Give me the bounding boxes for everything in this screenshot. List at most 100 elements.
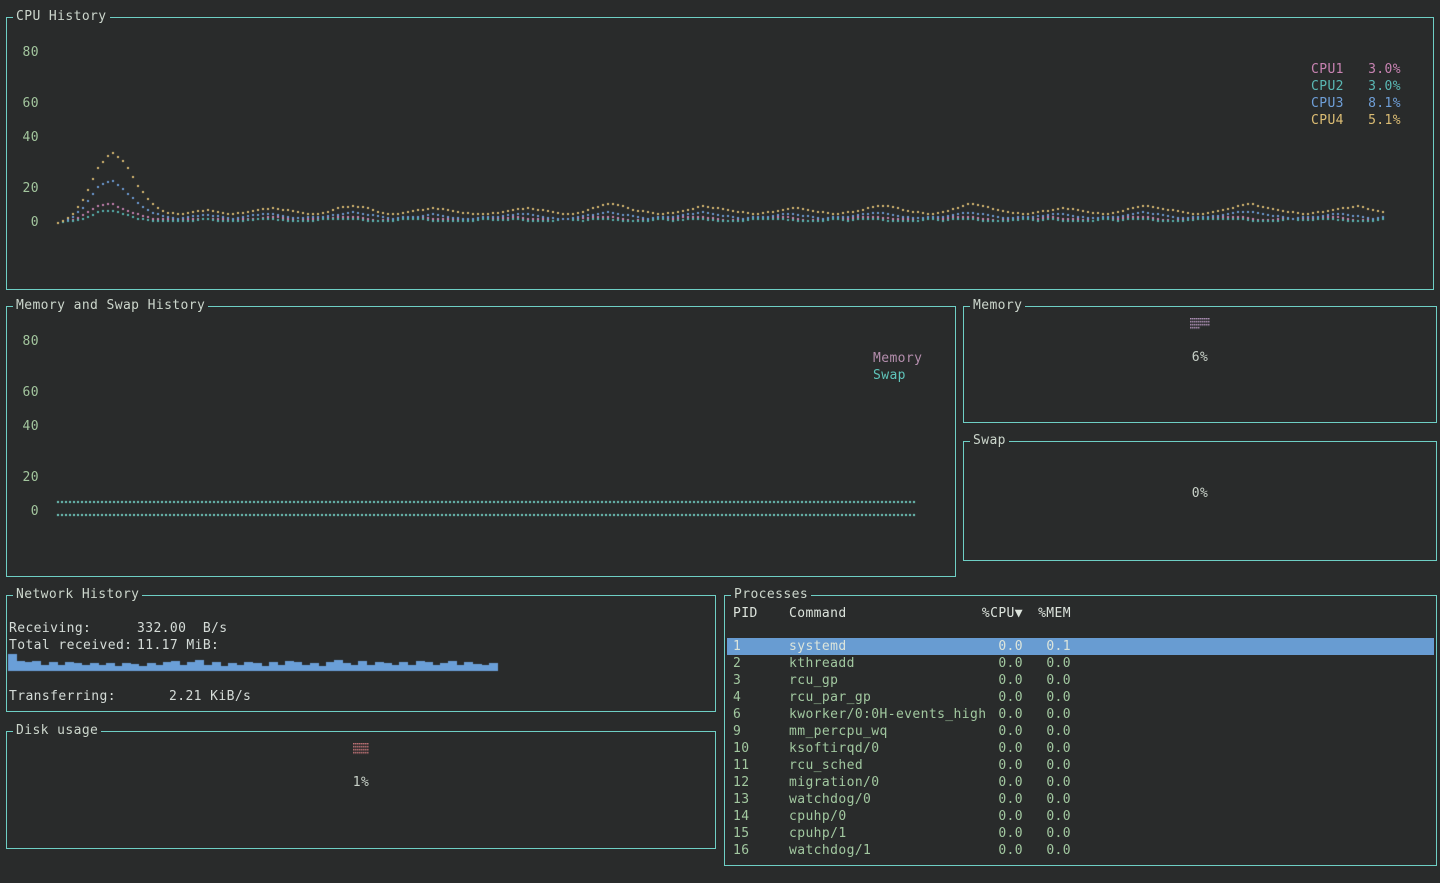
legend-value: 8.1% <box>1368 95 1401 112</box>
process-command: ksoftirqd/0 <box>789 740 880 757</box>
process-command: mm_percpu_wq <box>789 723 888 740</box>
system-monitor-screen: { "colors": { "background": "#292b2b", "… <box>0 0 1440 883</box>
disk-usage-panel: Disk usage 1% <box>6 731 716 849</box>
process-pid: 3 <box>733 672 741 689</box>
memory-swap-history-panel: Memory and Swap History 80 60 40 20 0 Me… <box>6 306 956 577</box>
process-cpu: 0.0 <box>967 706 1023 723</box>
memory-gauge-panel: Memory 6% <box>963 306 1437 423</box>
memory-gauge-title: Memory <box>970 298 1025 314</box>
process-command: watchdog/0 <box>789 791 871 808</box>
disk-gauge-dots <box>353 743 369 756</box>
process-mem: 0.0 <box>1027 672 1071 689</box>
network-history-panel: Network History Receiving: 332.00 B/s To… <box>6 595 716 712</box>
process-row[interactable]: 14cpuhp/00.00.0 <box>727 808 1434 825</box>
process-table-header: PID Command %CPU▼ %MEM <box>727 605 1434 622</box>
process-cpu: 0.0 <box>967 672 1023 689</box>
legend-item-cpu4: CPU45.1% <box>1311 112 1401 129</box>
process-cpu: 0.0 <box>967 655 1023 672</box>
process-mem: 0.0 <box>1027 808 1071 825</box>
legend-item-swap: Swap <box>873 367 933 384</box>
process-row[interactable]: 11 rcu_sched 0.00.0 <box>727 757 1434 774</box>
legend-label: Swap <box>873 367 906 384</box>
process-mem: 0.1 <box>1027 638 1071 655</box>
transferring-value: 2.21 KiB/s <box>169 689 251 704</box>
process-row[interactable]: 12migration/00.00.0 <box>727 774 1434 791</box>
legend-item-cpu2: CPU2 3.0% <box>1311 78 1401 95</box>
process-mem: 0.0 <box>1027 757 1071 774</box>
process-mem: 0.0 <box>1027 825 1071 842</box>
cpu-history-panel: CPU History 80 60 40 20 0 CPU13.0%CPU23.… <box>6 17 1434 290</box>
cpu-history-chart <box>7 18 1433 289</box>
cpu-tick-80: 80 <box>15 45 39 60</box>
memswap-tick-0: 0 <box>15 504 39 519</box>
legend-item-cpu1: CPU1 3.0% <box>1311 61 1401 78</box>
legend-label: CPU4 <box>1311 112 1344 129</box>
process-row[interactable]: 3 rcu_gp 0.00.0 <box>727 672 1434 689</box>
process-row-selected[interactable]: 1systemd0.00.1 <box>727 638 1434 655</box>
process-command: cpuhp/1 <box>789 825 847 842</box>
process-row[interactable]: 2 kthreadd 0.00.0 <box>727 655 1434 672</box>
process-row[interactable]: 13watchdog/00.00.0 <box>727 791 1434 808</box>
process-pid: 6 <box>733 706 741 723</box>
process-command: migration/0 <box>789 774 880 791</box>
legend-label: CPU2 <box>1311 78 1344 95</box>
process-cpu: 0.0 <box>967 689 1023 706</box>
disk-percent: 1% <box>7 775 715 790</box>
process-row[interactable]: 15cpuhp/10.00.0 <box>727 825 1434 842</box>
swap-gauge-panel: Swap 0% <box>963 441 1437 561</box>
process-command: rcu_sched <box>789 757 863 774</box>
legend-label: CPU3 <box>1311 95 1344 112</box>
process-pid: 11 <box>733 757 749 774</box>
process-command: rcu_gp <box>789 672 838 689</box>
process-mem: 0.0 <box>1027 706 1071 723</box>
process-pid: 10 <box>733 740 749 757</box>
process-cpu: 0.0 <box>967 808 1023 825</box>
process-command: systemd <box>789 638 847 655</box>
process-pid: 15 <box>733 825 749 842</box>
process-command: rcu_par_gp <box>789 689 871 706</box>
memswap-tick-40: 40 <box>15 419 39 434</box>
process-pid: 14 <box>733 808 749 825</box>
legend-label: CPU1 <box>1311 61 1344 78</box>
process-cpu: 0.0 <box>967 842 1023 859</box>
process-row[interactable]: 9mm_percpu_wq0.00.0 <box>727 723 1434 740</box>
legend-value: 3.0% <box>1368 78 1401 95</box>
process-mem: 0.0 <box>1027 655 1071 672</box>
process-row[interactable]: 10ksoftirqd/00.00.0 <box>727 740 1434 757</box>
column-header-pid[interactable]: PID <box>733 605 758 622</box>
memswap-tick-80: 80 <box>15 334 39 349</box>
memory-swap-legend: MemorySwap <box>873 350 933 384</box>
process-cpu: 0.0 <box>967 723 1023 740</box>
disk-usage-title: Disk usage <box>13 723 101 739</box>
swap-gauge-dots <box>1190 453 1210 466</box>
column-header-command[interactable]: Command <box>789 605 847 622</box>
cpu-tick-60: 60 <box>15 96 39 111</box>
process-cpu: 0.0 <box>967 740 1023 757</box>
cpu-legend: CPU1 3.0% CPU2 3.0% CPU3 8.1%CPU45.1% <box>1311 61 1401 129</box>
process-mem: 0.0 <box>1027 791 1071 808</box>
column-header-mem[interactable]: %MEM <box>1027 605 1071 622</box>
legend-value: 3.0% <box>1368 61 1401 78</box>
swap-percent: 0% <box>964 486 1436 501</box>
process-row[interactable]: 6kworker/0:0H-events_high0.00.0 <box>727 706 1434 723</box>
memory-gauge-dots <box>1190 318 1210 331</box>
process-mem: 0.0 <box>1027 723 1071 740</box>
process-command: kworker/0:0H-events_high <box>789 706 986 723</box>
memory-swap-history-chart <box>7 307 955 576</box>
process-mem: 0.0 <box>1027 689 1071 706</box>
memswap-tick-60: 60 <box>15 385 39 400</box>
memory-percent: 6% <box>964 350 1436 365</box>
legend-item-cpu3: CPU3 8.1% <box>1311 95 1401 112</box>
legend-item-memory: Memory <box>873 350 933 367</box>
process-cpu: 0.0 <box>967 757 1023 774</box>
process-command: kthreadd <box>789 655 855 672</box>
process-command: watchdog/1 <box>789 842 871 859</box>
process-pid: 4 <box>733 689 741 706</box>
process-pid: 2 <box>733 655 741 672</box>
process-row[interactable]: 16watchdog/10.00.0 <box>727 842 1434 859</box>
cpu-tick-0: 0 <box>15 215 39 230</box>
column-header-cpu-sort-desc[interactable]: %CPU▼ <box>967 605 1023 622</box>
memswap-tick-20: 20 <box>15 470 39 485</box>
process-row[interactable]: 4 rcu_par_gp 0.00.0 <box>727 689 1434 706</box>
process-pid: 13 <box>733 791 749 808</box>
